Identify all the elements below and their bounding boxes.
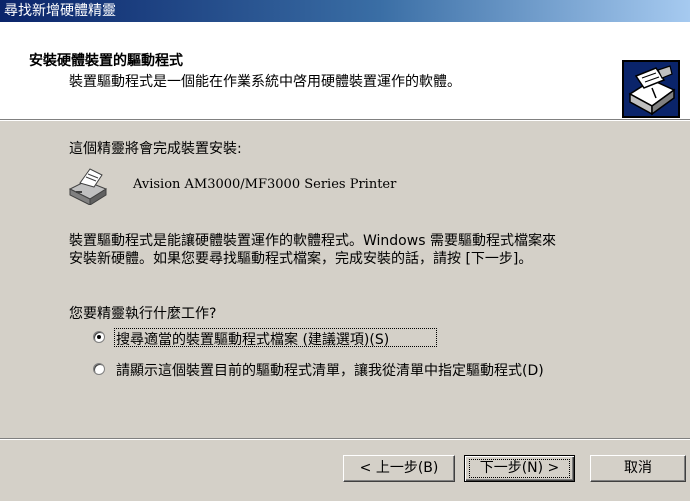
title-bar[interactable]: 尋找新增硬體精靈: [0, 0, 690, 22]
hardware-wizard-icon: [622, 60, 680, 118]
header-separator-highlight: [0, 120, 690, 121]
question-text: 您要精靈執行什麼工作?: [69, 306, 217, 322]
wizard-window: 尋找新增硬體精靈 安裝硬體裝置的驅動程式 裝置驅動程式是一個能在作業系統中啓用硬…: [0, 0, 690, 501]
window-title: 尋找新增硬體精靈: [4, 3, 116, 19]
wizard-header: 安裝硬體裝置的驅動程式 裝置驅動程式是一個能在作業系統中啓用硬體裝置運作的軟體。: [0, 22, 690, 119]
next-button[interactable]: 下一步(N) >: [464, 455, 575, 482]
back-button-label: < 上一步(B): [359, 460, 439, 476]
header-title: 安裝硬體裝置的驅動程式: [29, 53, 183, 69]
description-line-2: 安裝新硬體。如果您要尋找驅動程式檔案，完成安裝的話，請按 [下一步]。: [69, 251, 533, 267]
footer-separator-highlight: [0, 439, 690, 440]
radio-show-driver-list[interactable]: [93, 363, 105, 375]
option-show-driver-list-label[interactable]: 請顯示這個裝置目前的驅動程式清單，讓我從清單中指定驅動程式(D): [116, 360, 544, 380]
header-subtitle: 裝置驅動程式是一個能在作業系統中啓用硬體裝置運作的軟體。: [69, 74, 461, 90]
radio-search-drivers[interactable]: [93, 331, 105, 343]
radio-selected-dot: [97, 335, 101, 339]
next-button-focus: [469, 459, 570, 478]
option-search-drivers-label[interactable]: 搜尋適當的裝置驅動程式檔案 (建議選項)(S): [116, 329, 389, 349]
intro-text: 這個精靈將會完成裝置安裝:: [69, 141, 242, 157]
cancel-button[interactable]: 取消: [590, 455, 686, 482]
back-button[interactable]: < 上一步(B): [343, 455, 455, 482]
printer-icon: [66, 165, 110, 206]
cancel-button-label: 取消: [624, 460, 652, 476]
description-line-1: 裝置驅動程式是能讓硬體裝置運作的軟體程式。Windows 需要驅動程式檔案來: [69, 233, 556, 249]
device-name: Avision AM3000/MF3000 Series Printer: [133, 177, 397, 192]
